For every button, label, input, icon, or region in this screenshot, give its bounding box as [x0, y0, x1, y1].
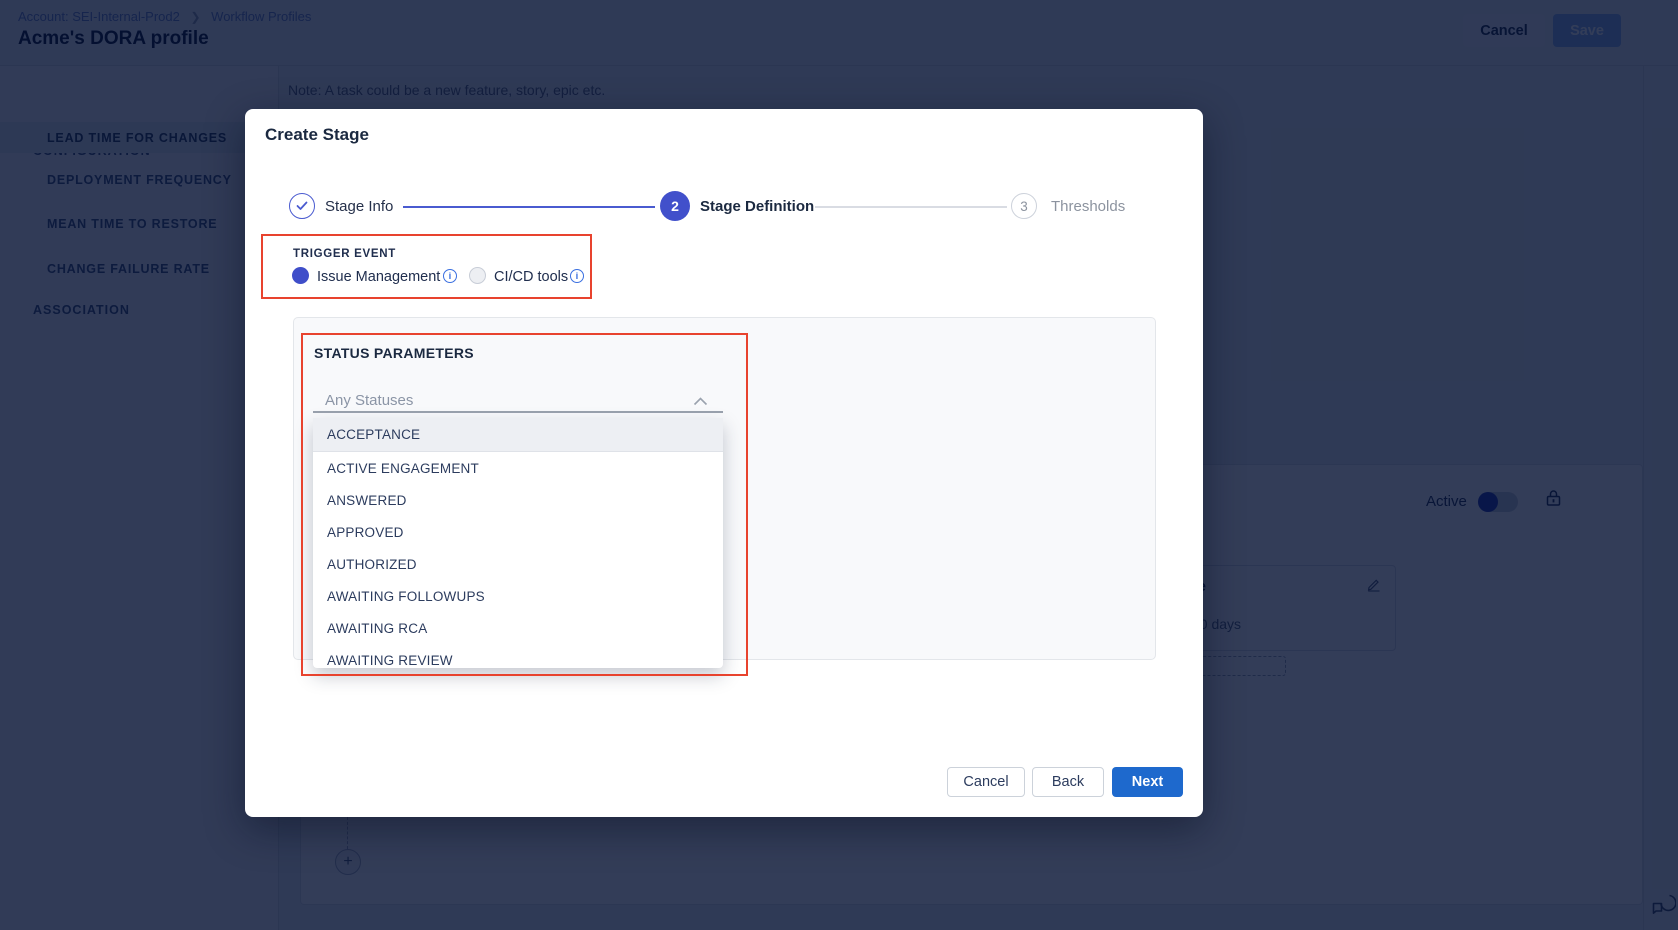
- trigger-event-label: TRIGGER EVENT: [293, 248, 396, 260]
- chevron-up-icon[interactable]: [693, 393, 708, 402]
- status-option-awaiting-rca[interactable]: AWAITING RCA: [313, 612, 723, 644]
- radio-cicd-tools-label[interactable]: CI/CD tools: [494, 269, 568, 285]
- annotation-box-trigger-event: [261, 234, 592, 299]
- radio-issue-management[interactable]: [292, 267, 309, 284]
- issue-management-info-icon[interactable]: i: [443, 269, 457, 283]
- step-stage-info-label[interactable]: Stage Info: [325, 198, 393, 215]
- status-option-approved[interactable]: APPROVED: [313, 516, 723, 548]
- select-underline: [313, 411, 723, 413]
- statuses-select-value[interactable]: Any Statuses: [325, 392, 413, 409]
- modal-title: Create Stage: [265, 125, 369, 145]
- stepper-connector-todo: [815, 206, 1007, 208]
- radio-cicd-tools[interactable]: [469, 267, 486, 284]
- status-option-awaiting-followups[interactable]: AWAITING FOLLOWUPS: [313, 580, 723, 612]
- modal-cancel-button[interactable]: Cancel: [947, 767, 1025, 797]
- step-thresholds-label[interactable]: Thresholds: [1051, 198, 1125, 215]
- app-root: Account: SEI-Internal-Prod2 ❯ Workflow P…: [0, 0, 1678, 930]
- modal-back-button[interactable]: Back: [1032, 767, 1104, 797]
- cicd-tools-info-icon[interactable]: i: [570, 269, 584, 283]
- status-option-authorized[interactable]: AUTHORIZED: [313, 548, 723, 580]
- statuses-dropdown: ACCEPTANCE ACTIVE ENGAGEMENT ANSWERED AP…: [313, 418, 723, 668]
- modal-next-button[interactable]: Next: [1112, 767, 1183, 797]
- status-parameters-label: STATUS PARAMETERS: [314, 345, 474, 361]
- status-option-active-engagement[interactable]: ACTIVE ENGAGEMENT: [313, 452, 723, 484]
- create-stage-modal: Create Stage Stage Info 2 Stage Definiti…: [245, 109, 1203, 817]
- stepper-connector-done: [403, 206, 655, 208]
- status-option-acceptance[interactable]: ACCEPTANCE: [313, 418, 723, 452]
- status-option-answered[interactable]: ANSWERED: [313, 484, 723, 516]
- status-option-awaiting-review[interactable]: AWAITING REVIEW: [313, 644, 723, 668]
- step-1-done-icon[interactable]: [289, 193, 315, 219]
- step-stage-definition-label[interactable]: Stage Definition: [700, 198, 814, 215]
- radio-issue-management-label[interactable]: Issue Management: [317, 269, 440, 285]
- step-2-badge[interactable]: 2: [660, 191, 690, 221]
- step-3-badge[interactable]: 3: [1011, 193, 1037, 219]
